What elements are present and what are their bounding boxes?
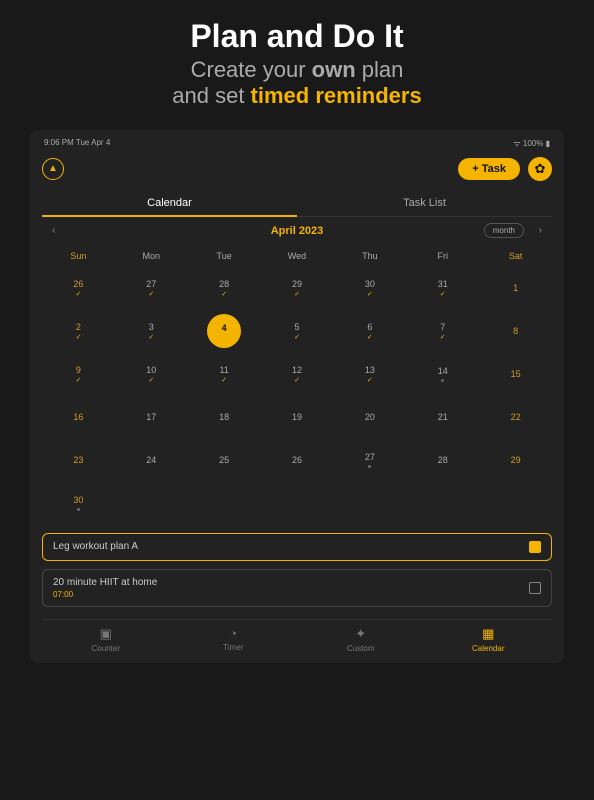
day-cell[interactable]: 25 [188, 439, 261, 482]
day-cell[interactable]: 9✓ [42, 353, 115, 396]
task-title: Leg workout plan A [53, 541, 138, 552]
dow-cell: Fri [406, 245, 479, 267]
promo-header: Plan and Do It Create your own plan and … [0, 0, 594, 122]
dow-cell: Thu [333, 245, 406, 267]
day-cell [115, 482, 188, 525]
day-cell[interactable]: 20 [333, 396, 406, 439]
bottom-nav: ▣Counter ◔Timer ✦Custom ▦Calendar [42, 619, 552, 653]
day-cell[interactable]: 27✓ [115, 267, 188, 310]
day-cell[interactable]: 26✓ [42, 267, 115, 310]
dow-cell: Tue [188, 245, 261, 267]
day-cell [406, 482, 479, 525]
day-cell[interactable]: 28 [406, 439, 479, 482]
tab-calendar[interactable]: Calendar [42, 191, 297, 217]
day-cell [333, 482, 406, 525]
day-cell[interactable]: 6✓ [333, 310, 406, 353]
task-checkbox[interactable] [529, 582, 541, 594]
day-cell[interactable]: 15 [479, 353, 552, 396]
dow-cell: Wed [261, 245, 334, 267]
day-cell[interactable]: 4 [188, 310, 261, 353]
promo-subtitle: Create your own plan and set timed remin… [0, 57, 594, 110]
task-time: 07:00 [53, 590, 157, 599]
status-left: 9:06 PM Tue Apr 4 [44, 138, 110, 149]
day-cell[interactable]: 1 [479, 267, 552, 310]
month-label: April 2023 [271, 225, 324, 237]
day-cell[interactable]: 13✓ [333, 353, 406, 396]
view-tabs: Calendar Task List [42, 191, 552, 217]
day-cell [261, 482, 334, 525]
day-cell[interactable]: 19 [261, 396, 334, 439]
dow-cell: Mon [115, 245, 188, 267]
day-cell[interactable]: 30 [42, 482, 115, 525]
day-cell[interactable]: 10✓ [115, 353, 188, 396]
day-cell[interactable]: 14 [406, 353, 479, 396]
nav-custom[interactable]: ✦Custom [297, 626, 425, 653]
view-mode-pill[interactable]: month [484, 223, 524, 238]
day-cell[interactable]: 31✓ [406, 267, 479, 310]
day-cell[interactable]: 30✓ [333, 267, 406, 310]
nav-timer[interactable]: ◔Timer [170, 626, 298, 653]
day-cell[interactable]: 23 [42, 439, 115, 482]
nav-calendar[interactable]: ▦Calendar [425, 626, 553, 653]
promo-title: Plan and Do It [0, 18, 594, 55]
status-right: ᯤ 100% ▮ [513, 138, 550, 149]
dow-cell: Sat [479, 245, 552, 267]
task-checkbox[interactable] [529, 541, 541, 553]
dow-cell: Sun [42, 245, 115, 267]
dow-header: SunMonTueWedThuFriSat [42, 245, 552, 267]
day-cell[interactable]: 2✓ [42, 310, 115, 353]
day-cell[interactable]: 7✓ [406, 310, 479, 353]
day-cell[interactable]: 11✓ [188, 353, 261, 396]
bell-icon[interactable]: ▲ [42, 158, 64, 180]
day-cell[interactable]: 16 [42, 396, 115, 439]
day-cell[interactable]: 24 [115, 439, 188, 482]
topbar: ▲ + Task ✿ [42, 155, 552, 191]
day-cell[interactable]: 26 [261, 439, 334, 482]
day-cell[interactable]: 3✓ [115, 310, 188, 353]
day-cell[interactable]: 29✓ [261, 267, 334, 310]
day-cell [188, 482, 261, 525]
calendar-grid: SunMonTueWedThuFriSat 26✓27✓28✓29✓30✓31✓… [42, 245, 552, 525]
day-cell[interactable]: 28✓ [188, 267, 261, 310]
task-title: 20 minute HIIT at home [53, 577, 157, 588]
day-cell[interactable]: 8 [479, 310, 552, 353]
tab-tasklist[interactable]: Task List [297, 191, 552, 217]
add-task-button[interactable]: + Task [458, 158, 520, 180]
day-cell[interactable]: 12✓ [261, 353, 334, 396]
prev-month-icon[interactable]: ‹ [52, 225, 55, 236]
day-cell[interactable]: 5✓ [261, 310, 334, 353]
calendar-icon: ▦ [482, 626, 494, 642]
day-cell[interactable]: 29 [479, 439, 552, 482]
task-item[interactable]: 20 minute HIIT at home 07:00 [42, 569, 552, 607]
counter-icon: ▣ [100, 626, 112, 642]
nav-counter[interactable]: ▣Counter [42, 626, 170, 653]
day-cell[interactable]: 18 [188, 396, 261, 439]
timer-icon: ◔ [229, 626, 237, 641]
device-frame: 9:06 PM Tue Apr 4 ᯤ 100% ▮ ▲ + Task ✿ Ca… [30, 130, 564, 663]
day-cell[interactable]: 22 [479, 396, 552, 439]
custom-icon: ✦ [355, 626, 366, 642]
day-cell [479, 482, 552, 525]
day-cell[interactable]: 17 [115, 396, 188, 439]
next-month-icon[interactable]: › [539, 225, 542, 236]
status-bar: 9:06 PM Tue Apr 4 ᯤ 100% ▮ [42, 138, 552, 155]
day-cell[interactable]: 27 [333, 439, 406, 482]
month-header: ‹ April 2023 month › [42, 217, 552, 245]
day-cell[interactable]: 21 [406, 396, 479, 439]
settings-button[interactable]: ✿ [528, 157, 552, 181]
task-item[interactable]: Leg workout plan A [42, 533, 552, 561]
